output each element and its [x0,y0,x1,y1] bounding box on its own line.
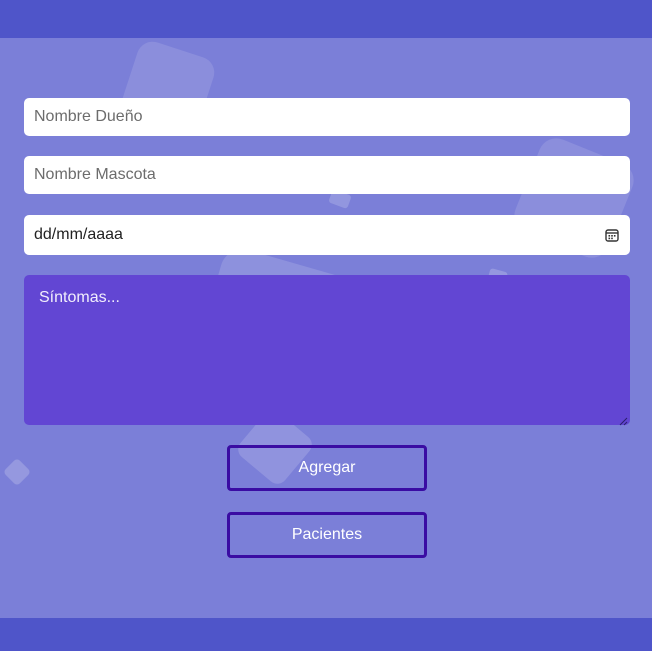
calendar-icon[interactable] [604,227,620,243]
symptoms-textarea[interactable]: Síntomas... [24,275,630,426]
pet-name-input[interactable]: Nombre Mascota [24,156,630,194]
owner-name-placeholder: Nombre Dueño [34,108,143,125]
pet-name-placeholder: Nombre Mascota [34,166,156,183]
date-placeholder: dd/mm/aaaa [34,226,123,243]
date-input[interactable]: dd/mm/aaaa [24,215,630,255]
top-bar [0,0,652,38]
add-button-label: Agregar [298,459,356,476]
add-button[interactable]: Agregar [227,445,427,491]
patients-button-label: Pacientes [291,526,363,543]
patients-button[interactable]: Pacientes [227,512,427,558]
owner-name-input[interactable]: Nombre Dueño [24,98,630,136]
resize-handle-icon[interactable] [618,413,628,426]
decorative-shape [2,457,32,487]
bottom-bar [0,618,652,651]
symptoms-placeholder: Síntomas... [39,289,120,306]
